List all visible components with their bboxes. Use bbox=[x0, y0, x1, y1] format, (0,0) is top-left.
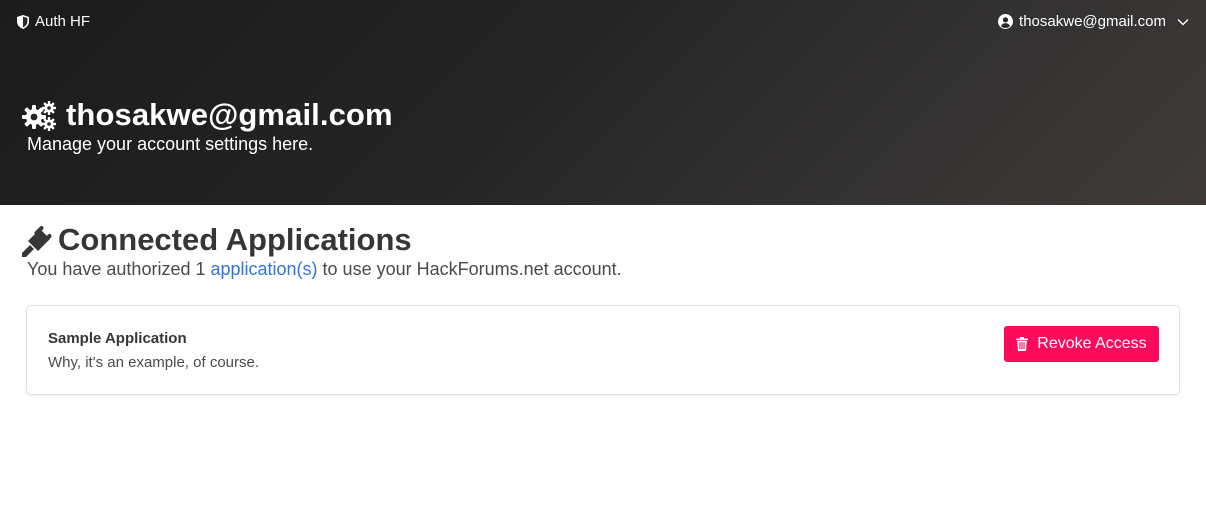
hero-title-text: thosakwe@gmail.com bbox=[66, 97, 393, 132]
applications-link[interactable]: application(s) bbox=[210, 259, 317, 279]
user-circle-icon bbox=[998, 14, 1014, 29]
shield-icon bbox=[17, 14, 29, 29]
hero-title: thosakwe@gmail.com bbox=[21, 97, 393, 133]
hero-banner: Auth HF thosakwe@gmail.com thosakwe@gmai… bbox=[0, 0, 1206, 205]
authorized-suffix: to use your HackForums.net account. bbox=[317, 259, 622, 279]
revoke-access-label: Revoke Access bbox=[1037, 335, 1147, 352]
navbar: Auth HF thosakwe@gmail.com bbox=[0, 0, 1206, 46]
section-title: Connected Applications bbox=[22, 222, 412, 258]
plug-icon bbox=[22, 226, 52, 257]
chevron-down-icon bbox=[1177, 18, 1189, 25]
revoke-access-button[interactable]: Revoke Access bbox=[1004, 326, 1159, 362]
user-menu[interactable]: thosakwe@gmail.com bbox=[998, 13, 1189, 30]
application-description: Why, it's an example, of course. bbox=[48, 354, 260, 371]
application-name: Sample Application bbox=[48, 330, 187, 347]
cogs-icon bbox=[22, 101, 56, 131]
brand-label: Auth HF bbox=[35, 13, 91, 30]
brand[interactable]: Auth HF bbox=[17, 13, 90, 30]
user-email: thosakwe@gmail.com bbox=[1019, 13, 1166, 30]
authorized-text: You have authorized 1 bbox=[27, 259, 206, 279]
trash-icon bbox=[1016, 337, 1029, 351]
section-subtitle: You have authorized 1 application(s) to u… bbox=[27, 259, 622, 280]
application-card: Sample Application Why, it's an example,… bbox=[26, 305, 1180, 395]
section-title-text: Connected Applications bbox=[58, 222, 412, 257]
hero-subtitle: Manage your account settings here. bbox=[27, 134, 314, 154]
